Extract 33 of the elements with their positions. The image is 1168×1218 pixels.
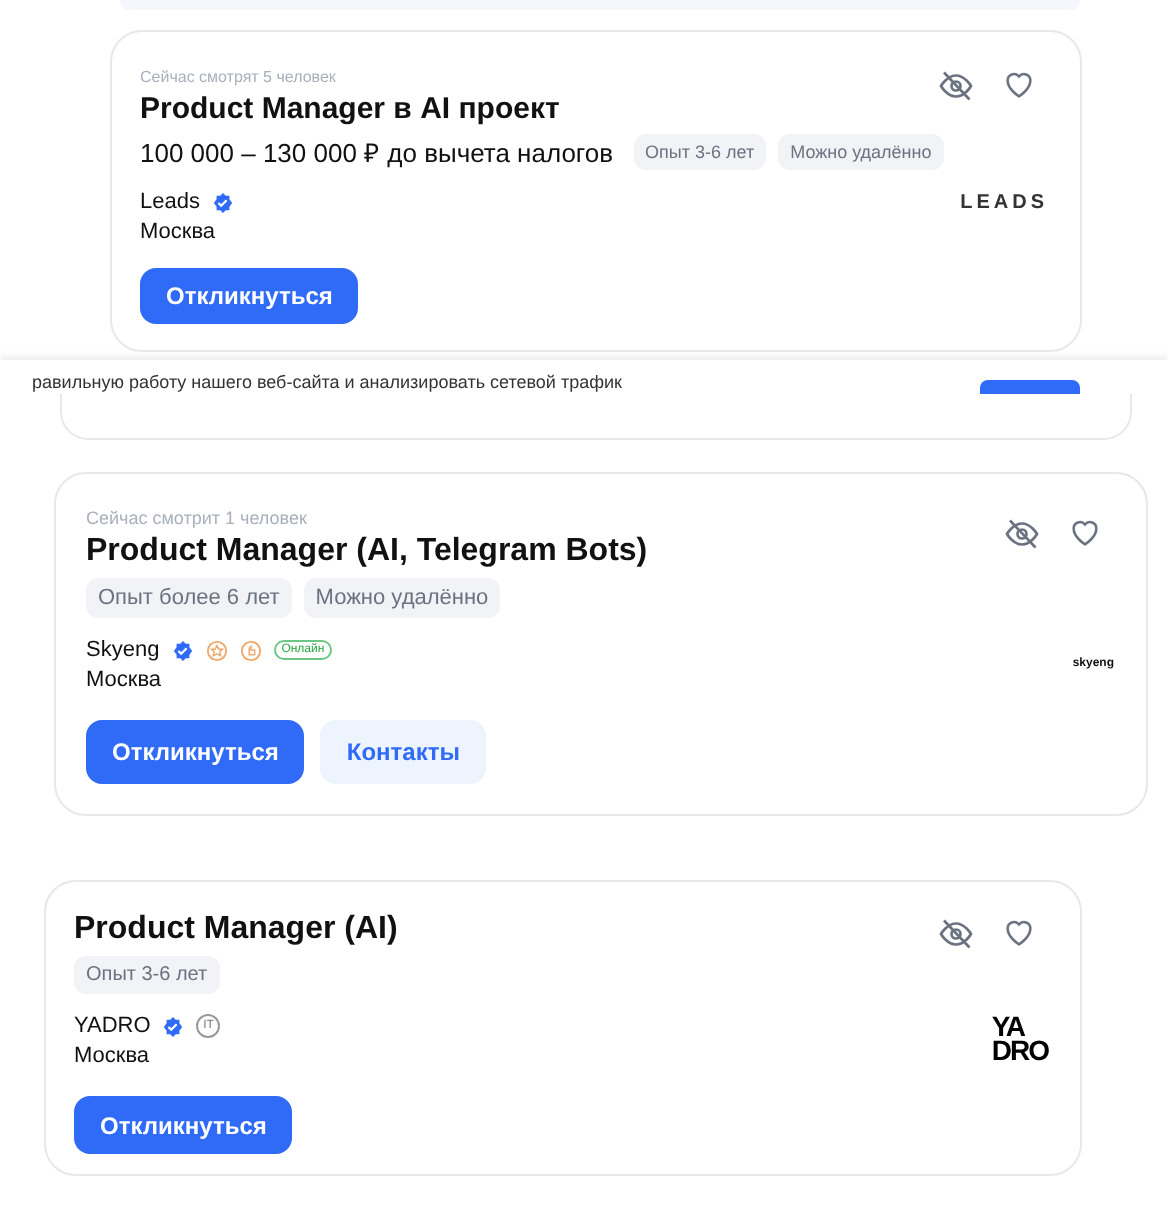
cookie-text: равильную работу нашего веб-сайта и анализировать сетевой трафик xyxy=(32,372,622,394)
apply-button[interactable]: Откликнуться xyxy=(74,1096,293,1154)
tag: Опыт более 6 лет xyxy=(86,578,292,618)
hide-icon[interactable] xyxy=(1004,516,1040,552)
apply-button[interactable]: Откликнуться xyxy=(140,268,359,324)
company-logo: YA xyxy=(991,1014,1025,1038)
award-icon xyxy=(205,639,228,661)
company-logo: LEADS xyxy=(960,192,1048,214)
favorite-icon[interactable] xyxy=(1002,68,1036,102)
city: Москва xyxy=(140,220,216,244)
company-name[interactable]: YADRO xyxy=(74,1014,151,1038)
company-name[interactable]: Skyeng xyxy=(86,638,160,662)
tag: Опыт 3-6 лет xyxy=(633,134,767,170)
tag: Можно удалённо xyxy=(303,578,501,618)
hide-icon[interactable] xyxy=(938,68,974,104)
vacancy-title[interactable]: Product Manager в AI проект xyxy=(140,92,560,126)
vacancy-title[interactable]: Product Manager (AI, Telegram Bots) xyxy=(86,534,648,570)
favorite-icon[interactable] xyxy=(1068,516,1102,550)
company-name[interactable]: Leads xyxy=(140,190,200,214)
contacts-button[interactable]: Контакты xyxy=(320,720,486,784)
tag: Можно удалённо xyxy=(778,134,944,170)
company-logo: DRO xyxy=(991,1038,1048,1062)
hide-icon[interactable] xyxy=(938,916,974,952)
viewers-count: Сейчас смотрит 1 человек xyxy=(86,508,307,528)
viewers-count: Сейчас смотрят 5 человек xyxy=(140,68,336,86)
vacancy-title[interactable]: Product Manager (AI) xyxy=(74,912,398,948)
apply-button[interactable]: Откликнуться xyxy=(86,720,305,784)
salary: 100 000 – 130 000 ₽ до вычета налогов xyxy=(140,136,614,170)
city: Москва xyxy=(86,668,162,692)
city: Москва xyxy=(74,1044,150,1068)
favorite-icon[interactable] xyxy=(1002,916,1036,950)
hand-icon xyxy=(239,639,262,661)
tag: Опыт 3-6 лет xyxy=(74,956,220,994)
